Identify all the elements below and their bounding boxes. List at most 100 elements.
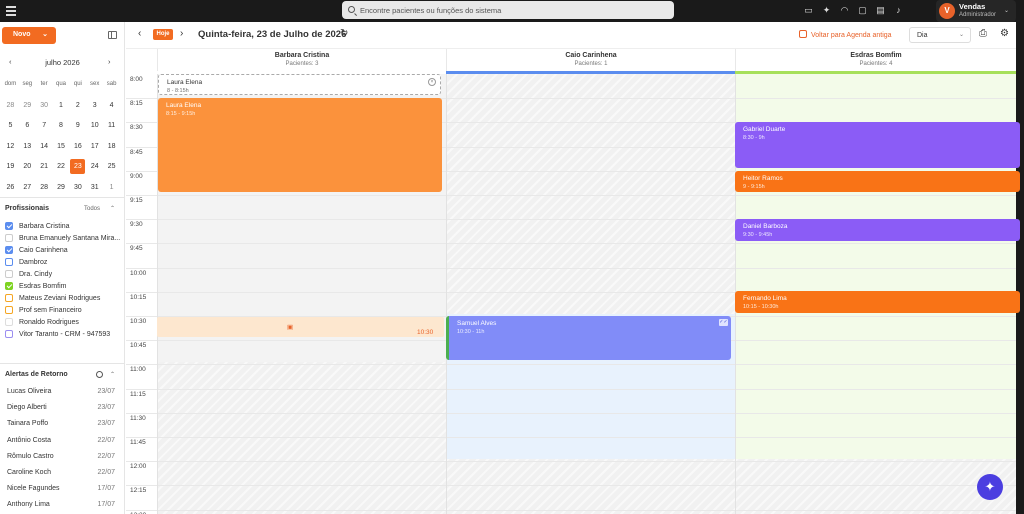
- calendar-day[interactable]: 8: [53, 119, 70, 140]
- sparkle-icon[interactable]: ✦: [821, 5, 832, 16]
- checkbox[interactable]: [5, 258, 13, 266]
- calendar-day[interactable]: 6: [19, 119, 36, 140]
- chevron-up-icon[interactable]: ⌃: [110, 371, 115, 378]
- professional-filter-item[interactable]: Esdras Bomfim: [5, 280, 123, 292]
- prev-day-icon[interactable]: ‹: [138, 28, 141, 39]
- alert-item[interactable]: Anthony Lima 17/07: [0, 501, 125, 514]
- calendar-day[interactable]: 15: [53, 140, 70, 161]
- time-label: 9:00: [130, 172, 143, 180]
- calendar-day[interactable]: 30: [36, 99, 53, 120]
- calendar-day[interactable]: 25: [103, 160, 120, 181]
- next-month-icon[interactable]: ›: [108, 57, 111, 66]
- headset-icon[interactable]: ◠: [839, 5, 850, 16]
- checkbox[interactable]: [5, 294, 13, 302]
- calendar-day[interactable]: 4: [103, 99, 120, 120]
- appointment-ghost[interactable]: Laura Elena 8 - 8:15h ×: [158, 74, 441, 95]
- professional-filter-item[interactable]: Dambroz: [5, 256, 123, 268]
- calendar-day[interactable]: 29: [19, 99, 36, 120]
- checkbox[interactable]: [5, 270, 13, 278]
- calendar-day[interactable]: 24: [86, 160, 103, 181]
- calendar-day[interactable]: 5: [2, 119, 19, 140]
- inbox-icon[interactable]: ▤: [875, 5, 886, 16]
- blocked-slot[interactable]: ▣ 10:30: [157, 317, 444, 337]
- print-icon[interactable]: ⎙: [979, 28, 987, 39]
- checkbox[interactable]: [5, 282, 13, 290]
- calendar-day[interactable]: 12: [2, 140, 19, 161]
- professional-filter-item[interactable]: Dra. Cindy: [5, 268, 123, 280]
- todos-filter[interactable]: Todos: [84, 206, 100, 212]
- view-select[interactable]: Dia ⌄: [909, 27, 971, 43]
- checkbox[interactable]: [5, 306, 13, 314]
- calendar-day[interactable]: 21: [36, 160, 53, 181]
- ai-assistant-button[interactable]: ✦: [977, 474, 1003, 500]
- alert-item[interactable]: Nicele Fagundes 17/07: [0, 485, 125, 501]
- calendar-day[interactable]: 22: [53, 160, 70, 181]
- professional-filter-item[interactable]: Prof sem Financeiro: [5, 304, 123, 316]
- appointment-card[interactable]: Daniel Barboza 9:30 - 9:45h: [735, 219, 1020, 241]
- collapse-sidebar-icon[interactable]: [108, 31, 117, 39]
- checkbox[interactable]: [5, 318, 13, 326]
- calendar-day[interactable]: 17: [86, 140, 103, 161]
- alert-item[interactable]: Tainara Poffo 23/07: [0, 420, 125, 436]
- calendar-day[interactable]: 7: [36, 119, 53, 140]
- calendar-day[interactable]: 11: [103, 119, 120, 140]
- professional-filter-item[interactable]: Barbara Cristina: [5, 220, 123, 232]
- appointment-time: 8:15 - 9:15h: [166, 111, 196, 117]
- menu-icon[interactable]: [6, 6, 16, 16]
- professional-filter-item[interactable]: Caio Carinhena: [5, 244, 123, 256]
- calendar-day[interactable]: 1: [53, 99, 70, 120]
- back-to-old-agenda-link[interactable]: Voltar para Agenda antiga: [799, 30, 892, 39]
- alert-item[interactable]: Caroline Koch 22/07: [0, 469, 125, 485]
- calendar-day[interactable]: 10: [86, 119, 103, 140]
- calendar-day[interactable]: 18: [103, 140, 120, 161]
- checkbox[interactable]: [5, 234, 13, 242]
- checkbox[interactable]: [5, 330, 13, 338]
- appointment-card[interactable]: Fernando Lima 10:15 - 10:30h: [735, 291, 1020, 313]
- alert-item[interactable]: Lucas Oliveira 23/07: [0, 388, 125, 404]
- date-title: Quinta-feira, 23 de Julho de 2026: [198, 29, 347, 40]
- next-day-icon[interactable]: ›: [180, 28, 183, 39]
- chat-icon[interactable]: ▢: [857, 5, 868, 16]
- checkbox[interactable]: [5, 222, 13, 230]
- search-icon[interactable]: [96, 371, 103, 378]
- calendar-day[interactable]: 16: [69, 140, 86, 161]
- video-icon[interactable]: ▭: [803, 5, 814, 16]
- professional-filter-item[interactable]: Mateus Zeviani Rodrigues: [5, 292, 123, 304]
- calendar-day[interactable]: 14: [36, 140, 53, 161]
- alert-date: 22/07: [97, 436, 115, 444]
- weekday-label: sex: [90, 81, 100, 87]
- calendar-day[interactable]: 28: [2, 99, 19, 120]
- alert-item[interactable]: Antônio Costa 22/07: [0, 437, 125, 453]
- today-button[interactable]: Hoje: [153, 29, 173, 40]
- professional-filter-item[interactable]: Bruna Emanuely Santana Mira...: [5, 232, 123, 244]
- professional-filter-item[interactable]: Ronaldo Rodrigues: [5, 316, 123, 328]
- selected-day[interactable]: 23: [70, 159, 86, 174]
- alert-item[interactable]: Rômulo Castro 22/07: [0, 453, 125, 469]
- calendar-day[interactable]: 13: [19, 140, 36, 161]
- professional-filter-item[interactable]: Vitor Taranto - CRM - 947593: [5, 328, 123, 340]
- gear-icon[interactable]: ⚙: [1000, 28, 1009, 39]
- global-search-input[interactable]: Encontre pacientes ou funções do sistema: [342, 1, 674, 19]
- user-menu[interactable]: V Vendas Administrador ⌄: [936, 0, 1016, 22]
- time-label: 11:00: [130, 366, 146, 374]
- bell-icon[interactable]: ♪: [893, 5, 904, 16]
- calendar-day[interactable]: 2: [69, 99, 86, 120]
- calendar-day[interactable]: 20: [19, 160, 36, 181]
- calendar-day[interactable]: 19: [2, 160, 19, 181]
- appointment-card[interactable]: Laura Elena 8:15 - 9:15h: [158, 98, 442, 192]
- calendar-day[interactable]: 9: [69, 119, 86, 140]
- appointment-card[interactable]: Samuel Alves 10:30 - 11h ✓✓: [446, 316, 731, 360]
- weekday-header-row: dom seg ter qua qui sex sab: [2, 78, 120, 99]
- appointment-card[interactable]: Heitor Ramos 9 - 9:15h: [735, 171, 1020, 192]
- new-button[interactable]: Novo ⌄: [2, 27, 56, 44]
- calendar-day[interactable]: 23: [69, 159, 86, 181]
- professional-name: Ronaldo Rodrigues: [19, 318, 79, 326]
- user-role: Administrador: [959, 12, 997, 18]
- close-icon[interactable]: ×: [428, 78, 436, 86]
- calendar-day[interactable]: 3: [86, 99, 103, 120]
- alert-item[interactable]: Diego Alberti 23/07: [0, 404, 125, 420]
- checkbox[interactable]: [5, 246, 13, 254]
- appointment-card[interactable]: Gabriel Duarte 8:30 - 9h: [735, 122, 1020, 168]
- refresh-icon[interactable]: ↻: [340, 28, 348, 39]
- chevron-up-icon[interactable]: ⌃: [110, 205, 115, 212]
